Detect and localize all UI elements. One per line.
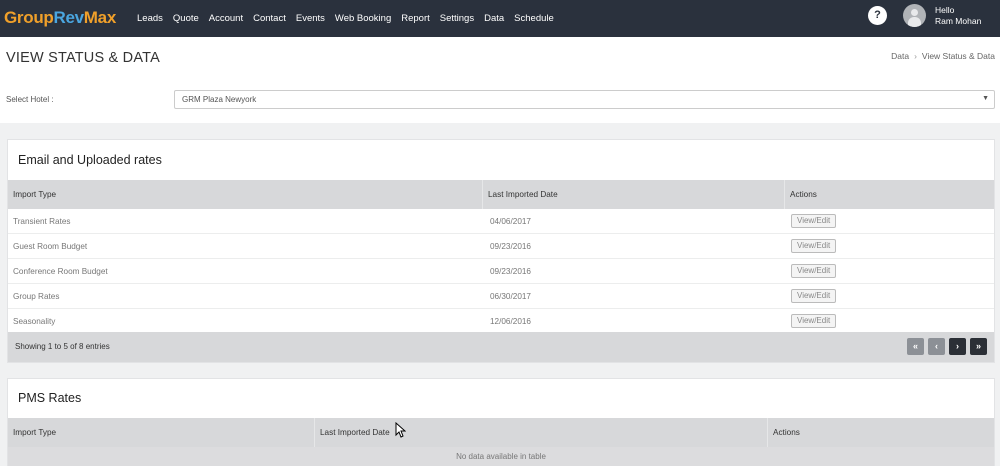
row-date: 06/30/2017 (490, 292, 531, 301)
row-date: 04/06/2017 (490, 217, 531, 226)
view-edit-button[interactable]: View/Edit (791, 314, 837, 328)
table-row: Seasonality 12/06/2016 View/Edit (8, 309, 994, 334)
row-date: 09/23/2016 (490, 242, 531, 251)
nav-settings[interactable]: Settings (440, 13, 474, 24)
column-last-imported-date[interactable]: Last Imported Date (315, 418, 768, 447)
user-greeting: Hello (935, 5, 955, 15)
column-last-imported-date[interactable]: Last Imported Date (483, 180, 785, 209)
view-edit-button[interactable]: View/Edit (791, 289, 837, 303)
pager-next-icon[interactable]: › (949, 338, 966, 355)
avatar[interactable] (903, 4, 926, 27)
view-edit-button[interactable]: View/Edit (791, 264, 837, 278)
hotel-select[interactable]: GRM Plaza Newyork ▼ (174, 90, 995, 109)
select-hotel-label: Select Hotel : (6, 95, 54, 104)
nav-report[interactable]: Report (401, 13, 430, 24)
logo[interactable]: GroupRevMax (4, 8, 116, 28)
top-navbar: GroupRevMax Leads Quote Account Contact … (0, 0, 1000, 37)
column-import-type[interactable]: Import Type (8, 418, 315, 447)
row-import-type: Seasonality (13, 317, 56, 326)
hotel-select-value: GRM Plaza Newyork (182, 95, 257, 104)
row-date: 09/23/2016 (490, 267, 531, 276)
nav-account[interactable]: Account (209, 13, 243, 24)
logo-part-group: Group (4, 8, 54, 27)
help-icon[interactable]: ? (868, 6, 887, 25)
entries-info: Showing 1 to 5 of 8 entries (15, 342, 110, 351)
pms-rates-panel: PMS Rates Import Type Last Imported Date… (7, 378, 995, 466)
view-edit-button[interactable]: View/Edit (791, 214, 837, 228)
email-rates-footer: Showing 1 to 5 of 8 entries « ‹ › » (8, 332, 994, 362)
avatar-body (908, 17, 921, 27)
pms-empty-row: No data available in table (8, 447, 994, 466)
row-import-type: Group Rates (13, 292, 60, 301)
nav-events[interactable]: Events (296, 13, 325, 24)
breadcrumb-current: View Status & Data (921, 51, 995, 61)
page-header: VIEW STATUS & DATA Data › View Status & Da… (0, 37, 1000, 123)
row-import-type: Transient Rates (13, 217, 71, 226)
table-row: Guest Room Budget 09/23/2016 View/Edit (8, 234, 994, 259)
row-import-type: Guest Room Budget (13, 242, 88, 251)
table-row: Group Rates 06/30/2017 View/Edit (8, 284, 994, 309)
view-edit-button[interactable]: View/Edit (791, 239, 837, 253)
email-rates-panel: Email and Uploaded rates Import Type Las… (7, 139, 995, 363)
column-actions: Actions (790, 190, 817, 199)
breadcrumb-separator-icon: › (914, 51, 917, 61)
pms-rates-title: PMS Rates (18, 391, 82, 405)
pager-last-icon[interactable]: » (970, 338, 987, 355)
table-row: Transient Rates 04/06/2017 View/Edit (8, 209, 994, 234)
logo-part-rev: Rev (53, 8, 85, 27)
breadcrumb-data[interactable]: Data (891, 51, 909, 61)
no-data-message: No data available in table (8, 447, 994, 466)
email-rates-header: Import Type Last Imported Date Actions (8, 180, 994, 209)
pager-prev-icon[interactable]: ‹ (928, 338, 945, 355)
email-rates-title: Email and Uploaded rates (18, 153, 162, 167)
column-import-type[interactable]: Import Type (8, 180, 483, 209)
row-date: 12/06/2016 (490, 317, 531, 326)
nav-contact[interactable]: Contact (253, 13, 286, 24)
row-import-type: Conference Room Budget (13, 267, 108, 276)
user-name[interactable]: Ram Mohan (935, 16, 981, 26)
avatar-head (911, 9, 918, 16)
mouse-cursor-icon (395, 422, 406, 438)
nav-schedule[interactable]: Schedule (514, 13, 554, 24)
page-title: VIEW STATUS & DATA (6, 50, 160, 66)
main-nav: Leads Quote Account Contact Events Web B… (137, 0, 564, 37)
table-row: Conference Room Budget 09/23/2016 View/E… (8, 259, 994, 284)
nav-leads[interactable]: Leads (137, 13, 163, 24)
pager-first-icon[interactable]: « (907, 338, 924, 355)
pms-rates-header: Import Type Last Imported Date Actions (8, 418, 994, 447)
nav-quote[interactable]: Quote (173, 13, 199, 24)
chevron-down-icon: ▼ (982, 95, 989, 102)
nav-data[interactable]: Data (484, 13, 504, 24)
nav-web-booking[interactable]: Web Booking (335, 13, 391, 24)
breadcrumb: Data › View Status & Data (891, 51, 995, 61)
logo-part-max: Max (83, 8, 116, 27)
column-actions: Actions (773, 428, 800, 437)
